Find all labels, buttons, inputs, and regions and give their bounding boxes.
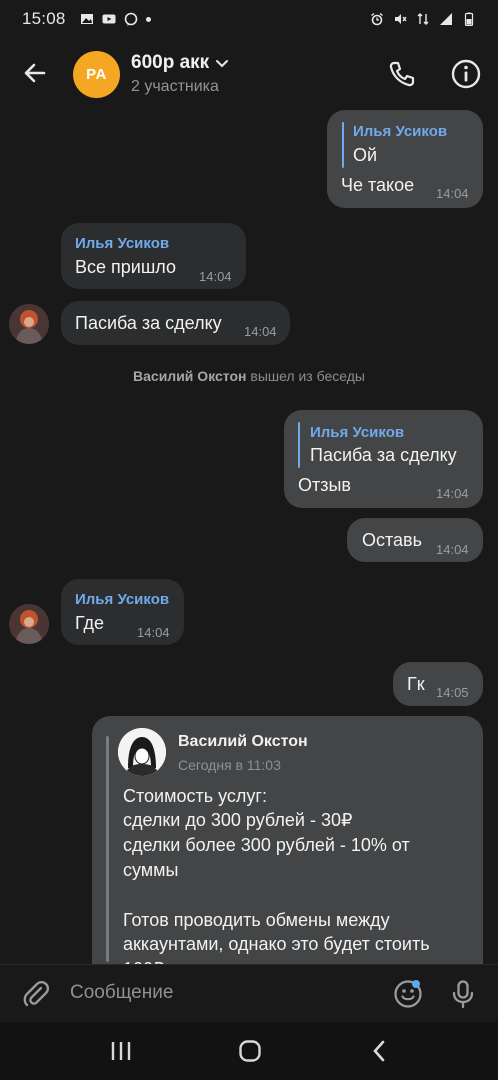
forward-text-line: сделки более 300 рублей - 10% от — [123, 835, 410, 855]
message-text: Че такое — [341, 175, 415, 195]
message-time: 14:05 — [436, 685, 469, 700]
status-time: 15:08 — [22, 9, 66, 28]
message-text: Все пришло — [75, 257, 176, 277]
forward-bar — [106, 736, 109, 962]
avatar-image — [9, 304, 49, 344]
message-input[interactable]: Сообщение — [70, 982, 173, 1004]
microphone-icon[interactable] — [447, 978, 479, 1010]
recents-icon[interactable] — [108, 1038, 134, 1064]
chat-avatar[interactable]: PA — [73, 51, 120, 98]
attach-icon[interactable] — [20, 978, 52, 1010]
message-composer: Сообщение — [0, 964, 498, 1022]
chevron-down-icon — [216, 60, 229, 68]
forward-text-line: Стоимость услуг: — [123, 786, 267, 806]
dot-icon — [145, 16, 151, 22]
quote-text: Ой — [353, 145, 378, 165]
youtube-icon — [102, 14, 116, 24]
system-event: Василий Окстон вышел из беседы — [0, 368, 498, 384]
quote-text: Пасиба за сделку — [310, 445, 457, 465]
user-avatar[interactable] — [9, 304, 49, 344]
system-action: вышел из беседы — [250, 368, 365, 384]
home-icon[interactable] — [237, 1038, 263, 1064]
quote-bar — [342, 122, 344, 168]
forward-date: Сегодня в 11:03 — [178, 757, 281, 773]
message-text: Отзыв — [298, 475, 351, 495]
message-text: Пасиба за сделку — [75, 313, 222, 333]
forward-text-line: аккаунтами, однако это будет стоить — [123, 934, 430, 954]
quote-bar — [298, 422, 300, 468]
chat-header: PA 600р акк 2 участника — [0, 38, 498, 110]
avatar-image — [118, 728, 166, 776]
back-icon[interactable] — [367, 1038, 393, 1064]
message-time: 14:04 — [244, 324, 277, 339]
message-sender[interactable]: Илья Усиков — [75, 591, 169, 608]
status-bar: 15:08 — [0, 0, 498, 38]
battery-icon — [464, 12, 474, 26]
chat-title-text: 600р акк — [131, 52, 210, 73]
message-time: 14:04 — [436, 542, 469, 557]
message-text: Где — [75, 613, 105, 633]
quote-sender: Илья Усиков — [353, 123, 448, 140]
back-arrow-icon[interactable] — [20, 58, 50, 88]
message-time: 14:04 — [137, 625, 170, 640]
mute-icon — [395, 14, 407, 24]
message-sender[interactable]: Илья Усиков — [75, 235, 169, 252]
user-avatar[interactable] — [9, 604, 49, 644]
message-time: 14:04 — [199, 269, 232, 284]
signal-icon — [440, 13, 452, 25]
forward-author-avatar[interactable] — [118, 728, 166, 776]
message-time: 14:04 — [436, 486, 469, 501]
gallery-icon — [80, 14, 93, 24]
info-icon[interactable] — [450, 58, 482, 90]
message-time: 14:04 — [436, 186, 469, 201]
forward-author[interactable]: Василий Окстон — [178, 733, 308, 751]
message-text: Гк — [407, 674, 425, 694]
notification-dot — [412, 980, 420, 988]
avatar-image — [9, 604, 49, 644]
chat-subtitle: 2 участника — [131, 78, 219, 95]
forward-text-line: сделки до 300 рублей - 30₽ — [123, 810, 353, 830]
quote-sender: Илья Усиков — [310, 424, 405, 441]
forward-text-line: Готов проводить обмены между — [123, 910, 390, 930]
chat-title[interactable]: 600р акк — [131, 52, 229, 74]
alarm-icon — [371, 12, 383, 26]
forward-text-line: суммы — [123, 860, 179, 880]
viber-icon — [124, 12, 137, 26]
system-navigation-bar — [0, 1022, 498, 1080]
data-icon — [417, 13, 429, 25]
system-actor[interactable]: Василий Окстон — [133, 368, 246, 384]
message-text: Оставь — [362, 530, 422, 550]
phone-icon[interactable] — [386, 58, 418, 90]
